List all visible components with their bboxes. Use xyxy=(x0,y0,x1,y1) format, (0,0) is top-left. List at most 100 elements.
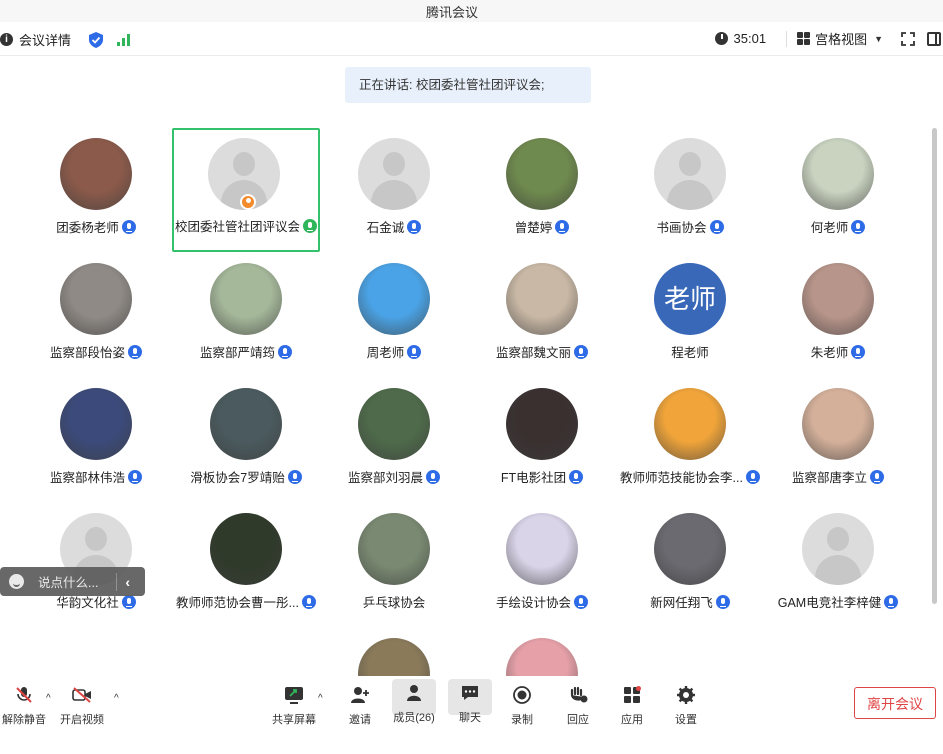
quick-chat-bar[interactable]: 说点什么... ‹ xyxy=(0,567,145,596)
settings-button[interactable]: 设置 xyxy=(664,681,708,726)
participant-name-row: 监察部严靖筠 xyxy=(172,342,320,361)
meeting-details-link[interactable]: 会议详情 xyxy=(19,30,71,49)
emoji-icon[interactable] xyxy=(9,574,24,589)
participant-tile[interactable]: 何老师 xyxy=(764,130,912,254)
mic-on-icon xyxy=(301,594,316,609)
participant-name: 监察部魏文丽 xyxy=(495,346,571,360)
toolbar-button-label: 邀请 xyxy=(349,714,371,726)
record-icon xyxy=(513,686,531,704)
participant-name: 监察部严靖筠 xyxy=(199,346,275,360)
participant-name-row: 何老师 xyxy=(764,217,912,236)
chat-icon xyxy=(462,686,478,700)
invite-icon xyxy=(351,687,369,703)
grid-view-icon xyxy=(797,32,811,45)
security-shield-icon[interactable] xyxy=(89,31,104,48)
participant-tile[interactable]: 周老师 xyxy=(320,255,468,379)
record-button[interactable]: 录制 xyxy=(500,681,544,726)
avatar xyxy=(60,388,132,460)
participant-tile[interactable]: 曾楚婷 xyxy=(468,130,616,254)
mic-muted-icon xyxy=(16,687,32,703)
view-mode-dropdown[interactable]: 宫格视图 ▼ xyxy=(797,29,883,48)
chevron-left-icon[interactable]: ‹ xyxy=(125,574,130,590)
participant-tile[interactable]: 监察部唐李立 xyxy=(764,380,912,504)
side-panel-icon[interactable] xyxy=(927,31,941,46)
participant-tile[interactable]: 校团委社管社团评议会 xyxy=(172,128,320,252)
participant-name: 监察部段怡姿 xyxy=(49,346,125,360)
participant-name-row: 手绘设计协会 xyxy=(468,592,616,611)
participant-tile[interactable]: 老师 程老师 xyxy=(616,255,764,379)
members-button[interactable]: 成员(26) xyxy=(392,679,436,724)
participant-tile[interactable]: 监察部林伟浩 xyxy=(22,380,170,504)
members-icon xyxy=(407,685,421,701)
speaking-indicator: 正在讲话: 校团委社管社团评议会; xyxy=(345,67,591,103)
participant-tile[interactable]: 监察部段怡姿 xyxy=(22,255,170,379)
mic-on-icon xyxy=(851,344,866,359)
chat-placeholder[interactable]: 说点什么... xyxy=(38,572,98,591)
participant-name: 校团委社管社团评议会 xyxy=(175,220,300,234)
participant-tile[interactable]: 朱老师 xyxy=(764,255,912,379)
grid-scrollbar[interactable] xyxy=(932,128,937,604)
chat-button[interactable]: 聊天 xyxy=(448,679,492,724)
leave-meeting-button[interactable]: 离开会议 xyxy=(854,687,936,719)
participant-name-row: 教师师范协会曹一彤... xyxy=(172,592,320,611)
apps-button[interactable]: 应用 xyxy=(610,681,654,726)
chevron-up-icon[interactable]: ^ xyxy=(46,693,51,704)
participant-tile[interactable]: FT电影社团 xyxy=(468,380,616,504)
participant-tile[interactable]: 团委杨老师 xyxy=(22,130,170,254)
default-avatar-icon xyxy=(654,138,726,210)
reaction-button[interactable]: 回应 xyxy=(556,681,600,726)
toolbar-button-label: 应用 xyxy=(621,714,643,726)
mic-on-icon xyxy=(287,469,302,484)
participant-tile[interactable]: 新网任翔飞 xyxy=(616,505,764,629)
participant-name: 乒乓球协会 xyxy=(362,596,426,610)
participant-name: 石金诚 xyxy=(366,221,405,235)
view-mode-label: 宫格视图 xyxy=(815,32,868,47)
camera-off-icon xyxy=(72,687,91,703)
settings-icon xyxy=(677,686,695,704)
participant-tile[interactable]: 监察部刘羽晨 xyxy=(320,380,468,504)
participant-name: 监察部林伟浩 xyxy=(49,471,125,485)
participant-tile[interactable]: 滑板协会7罗靖贻 xyxy=(172,380,320,504)
avatar xyxy=(358,388,430,460)
share-screen-button[interactable]: 共享屏幕 xyxy=(272,681,316,726)
participant-tile[interactable]: 石金诚 xyxy=(320,130,468,254)
network-signal-icon[interactable] xyxy=(117,33,131,46)
participant-tile[interactable]: 教师师范协会曹一彤... xyxy=(172,505,320,629)
participant-tile[interactable]: 监察部魏文丽 xyxy=(468,255,616,379)
chevron-up-icon[interactable]: ^ xyxy=(114,693,119,704)
info-icon[interactable]: i xyxy=(0,33,13,46)
avatar xyxy=(358,513,430,585)
participant-name: 滑板协会7罗靖贻 xyxy=(190,471,285,485)
participant-name-row: 书画协会 xyxy=(616,217,764,236)
participant-name-row: 监察部刘羽晨 xyxy=(320,467,468,486)
participant-name-row: 滑板协会7罗靖贻 xyxy=(172,467,320,486)
participant-tile[interactable]: GAM电竞社李梓健 xyxy=(764,505,912,629)
divider xyxy=(116,572,118,591)
fullscreen-icon[interactable] xyxy=(901,31,915,46)
participant-tile[interactable]: 手绘设计协会 xyxy=(468,505,616,629)
avatar xyxy=(210,513,282,585)
invite-button[interactable]: 邀请 xyxy=(338,681,382,726)
avatar xyxy=(506,138,578,210)
mic-on-icon xyxy=(574,594,588,609)
mic-on-icon xyxy=(569,469,584,484)
participant-tile[interactable]: 监察部严靖筠 xyxy=(172,255,320,379)
participant-name: 新网任翔飞 xyxy=(650,596,713,610)
title-bar: 腾讯会议 xyxy=(0,0,943,22)
participant-tile[interactable]: 书画协会 xyxy=(616,130,764,254)
mic-muted-button[interactable]: 解除静音 xyxy=(2,681,46,726)
reaction-icon xyxy=(570,686,588,703)
participant-name-row: 监察部魏文丽 xyxy=(468,342,616,361)
mic-on-icon xyxy=(407,219,422,234)
participant-tile[interactable]: 教师师范技能协会李... xyxy=(616,380,764,504)
participant-name-row: FT电影社团 xyxy=(468,467,616,486)
participant-name-row: 程老师 xyxy=(616,342,764,361)
camera-off-button[interactable]: 开启视频 xyxy=(60,681,104,726)
chevron-down-icon: ▼ xyxy=(874,33,883,44)
toolbar-button-label: 解除静音 xyxy=(2,714,46,726)
avatar xyxy=(210,388,282,460)
mic-on-icon xyxy=(128,344,142,359)
chevron-up-icon[interactable]: ^ xyxy=(318,693,323,704)
mic-on-icon xyxy=(121,594,136,609)
participant-tile[interactable]: 乒乓球协会 xyxy=(320,505,468,629)
